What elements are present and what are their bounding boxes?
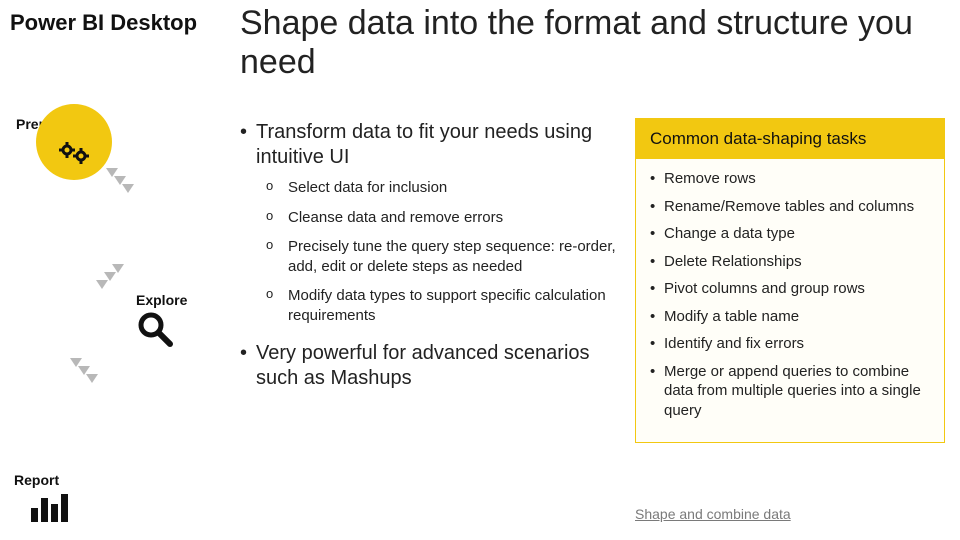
callout-box: Common data-shaping tasks Remove rows Re… — [635, 118, 945, 443]
nav-arrow-2 — [84, 264, 124, 304]
sub-select-data: Select data for inclusion — [266, 178, 620, 198]
slide-headline: Shape data into the format and structure… — [240, 4, 960, 82]
nav-label-explore: Explore — [136, 292, 187, 308]
task-modify-name: Modify a table name — [650, 307, 930, 327]
sub-modify-types: Modify data types to support specific ca… — [266, 286, 620, 325]
bullet-mashups: Very powerful for advanced scenarios suc… — [240, 341, 620, 391]
sub-list: Select data for inclusion Cleanse data a… — [266, 178, 620, 325]
footer-link-shape-combine[interactable]: Shape and combine data — [635, 506, 791, 522]
task-fix-errors: Identify and fix errors — [650, 334, 930, 354]
task-change-type: Change a data type — [650, 224, 930, 244]
nav-arrow-3 — [70, 358, 110, 398]
callout-header: Common data-shaping tasks — [636, 119, 944, 159]
task-pivot-group: Pivot columns and group rows — [650, 279, 930, 299]
nav-label-report: Report — [14, 472, 59, 488]
brand-title: Power BI Desktop — [10, 10, 197, 36]
bullet-transform: Transform data to fit your needs using i… — [240, 120, 620, 170]
gears-icon — [54, 136, 96, 178]
sub-tune-query: Precisely tune the query step sequence: … — [266, 237, 620, 276]
magnifier-icon — [134, 310, 176, 352]
chart-icon — [28, 490, 70, 532]
nav-arrow-1 — [106, 168, 146, 208]
nav-node-report: Report — [14, 468, 214, 540]
task-merge-append: Merge or append queries to combine data … — [650, 362, 930, 421]
sub-cleanse: Cleanse data and remove errors — [266, 208, 620, 228]
callout-list: Remove rows Rename/Remove tables and col… — [636, 159, 944, 442]
task-rename-remove: Rename/Remove tables and columns — [650, 197, 930, 217]
task-remove-rows: Remove rows — [650, 169, 930, 189]
process-nav: Prepare Explore Report — [14, 106, 214, 446]
body-column: Transform data to fit your needs using i… — [240, 120, 620, 399]
task-delete-rel: Delete Relationships — [650, 252, 930, 272]
